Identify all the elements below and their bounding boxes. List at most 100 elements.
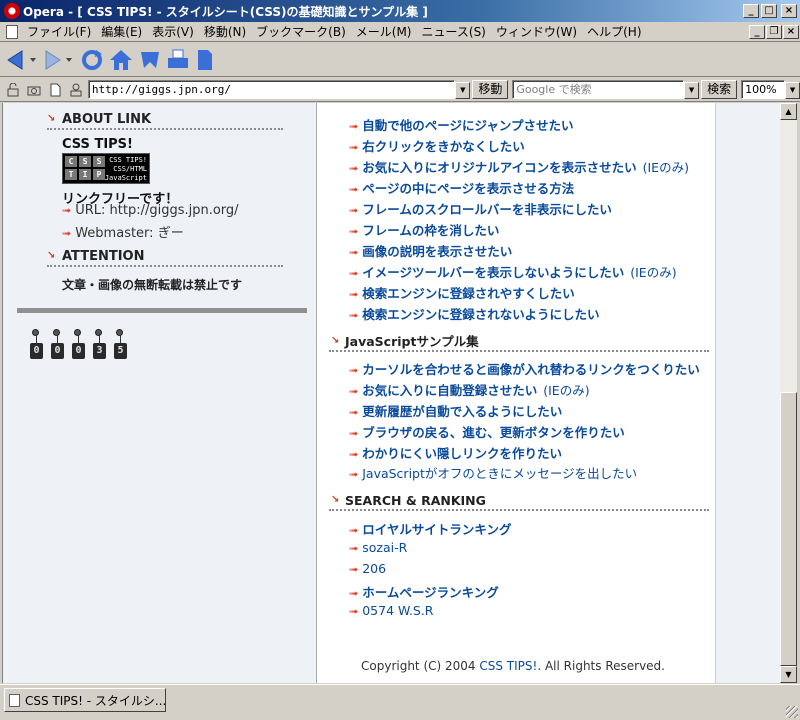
tip-link[interactable]: ➟ ページの中にページを表示させる方法 <box>349 180 574 198</box>
js-link[interactable]: ➟ ブラウザの戻る、進む、更新ボタンを作りたい <box>349 424 625 442</box>
tip-link-text: 検索エンジンに登録されやすくしたい <box>362 286 575 301</box>
scroll-up-button[interactable]: ▲ <box>780 103 797 120</box>
ranking-link-text: 0574 W.S.R <box>362 603 434 618</box>
page-tab[interactable]: CSS TIPS! - スタイルシ... <box>4 688 166 712</box>
js-link-text: 更新履歴が自動で入るようにしたい <box>362 404 563 419</box>
search-button[interactable]: 検索 <box>701 80 738 99</box>
doc-close-button[interactable]: × <box>783 24 799 39</box>
link-banner[interactable]: C S S T I P CSS TIPS! CSS/HTML JavaScrip… <box>62 153 150 184</box>
counter-stem <box>120 335 121 343</box>
go-button[interactable]: 移動 <box>472 80 509 99</box>
new-page-icon[interactable] <box>46 81 64 99</box>
ranking-link[interactable]: ➟ sozai-R <box>349 539 407 557</box>
menu-edit[interactable]: 編集(E) <box>96 23 147 40</box>
lock-icon[interactable] <box>4 81 22 99</box>
link-arrow-icon: ➟ <box>349 204 359 217</box>
ranking-link[interactable]: ➟ 0574 W.S.R <box>349 602 434 620</box>
counter-stem <box>78 335 79 343</box>
ranking-link[interactable]: ➟ ロイヤルサイトランキング <box>349 521 511 539</box>
address-input[interactable]: http://giggs.jpn.org/ <box>87 80 456 99</box>
counter-stem <box>99 335 100 343</box>
tip-link[interactable]: ➟ 右クリックをきかなくしたい <box>349 138 525 156</box>
counter-digit: 0 <box>51 343 64 359</box>
tip-link-text: お気に入りにオリジナルアイコンを表示させたい <box>362 160 637 175</box>
js-link[interactable]: ➟ JavaScriptがオフのときにメッセージを出したい <box>349 465 637 483</box>
scroll-down-button[interactable]: ▼ <box>780 666 797 683</box>
menu-help[interactable]: ヘルプ(H) <box>582 23 646 40</box>
home-button[interactable] <box>108 47 134 73</box>
link-arrow-icon: ➟ <box>349 364 359 377</box>
menu-bookmarks[interactable]: ブックマーク(B) <box>251 23 351 40</box>
javascript-heading-text: JavaScriptサンプル集 <box>345 334 479 349</box>
print-button[interactable] <box>166 47 190 73</box>
menu-news[interactable]: ニュース(S) <box>416 23 490 40</box>
tip-link[interactable]: ➟ フレームの枠を消したい <box>349 222 499 240</box>
menu-mail[interactable]: メール(M) <box>351 23 417 40</box>
back-arrow-icon <box>7 49 36 70</box>
reload-button[interactable] <box>80 47 104 73</box>
tip-link-text: 自動で他のページにジャンプさせたい <box>362 118 574 133</box>
scroll-thumb[interactable] <box>780 392 797 666</box>
tip-link[interactable]: ➟ イメージツールバーを表示しないようにしたい (IEのみ) <box>349 264 677 282</box>
doc-restore-button[interactable]: ❐ <box>766 24 782 39</box>
tip-link-text: フレームのスクロールバーを非表示にしたい <box>362 202 612 217</box>
tip-link-text: 検索エンジンに登録されないようにしたい <box>362 307 600 322</box>
zoom-input[interactable]: 100% <box>741 80 786 99</box>
resize-grip[interactable] <box>786 706 798 718</box>
banner-letter: P <box>93 169 105 180</box>
reload-icon <box>82 49 102 70</box>
js-link[interactable]: ➟ 更新履歴が自動で入るようにしたい <box>349 403 562 421</box>
opera-logo-icon <box>4 3 20 19</box>
doc-minimize-button[interactable]: _ <box>749 24 765 39</box>
link-arrow-icon: ➟ <box>349 141 359 154</box>
ranking-link[interactable]: ➟ 206 <box>349 560 386 578</box>
close-button[interactable]: × <box>781 4 797 18</box>
search-input[interactable]: Google で検索 <box>512 80 685 99</box>
search-dropdown-button[interactable]: ▼ <box>684 81 700 99</box>
tip-link[interactable]: ➟ 検索エンジンに登録されやすくしたい <box>349 285 575 303</box>
js-link[interactable]: ➟ わかりにくい隠しリンクを作りたい <box>349 445 562 463</box>
menu-window[interactable]: ウィンドウ(W) <box>491 23 582 40</box>
navigation-toolbar <box>0 43 800 77</box>
ranking-link[interactable]: ➟ ホームページランキング <box>349 584 499 602</box>
tip-link[interactable]: ➟ 画像の説明を表示させたい <box>349 243 512 261</box>
minimize-button[interactable]: _ <box>743 4 759 18</box>
page-icon <box>198 49 212 70</box>
tip-link[interactable]: ➟ 自動で他のページにジャンプさせたい <box>349 117 573 135</box>
user-icon[interactable] <box>67 81 85 99</box>
ranking-link-text: ロイヤルサイトランキング <box>362 522 512 537</box>
ranking-link-text: ホームページランキング <box>362 585 499 600</box>
webmaster-line[interactable]: ➟ Webmaster: ぎー <box>62 222 184 241</box>
forward-button[interactable] <box>42 47 76 73</box>
counter-digit: 0 <box>30 343 43 359</box>
divider-bar <box>17 308 307 313</box>
js-link[interactable]: ➟ お気に入りに自動登録させたい (IEのみ) <box>349 382 590 400</box>
back-button[interactable] <box>4 47 38 73</box>
url-line[interactable]: ➟ URL: http://giggs.jpn.org/ <box>62 203 239 218</box>
tip-link[interactable]: ➟ フレームのスクロールバーを非表示にしたい <box>349 201 612 219</box>
banner-letters: C S S T I P <box>65 156 109 182</box>
menu-navigation[interactable]: 移動(N) <box>199 23 251 40</box>
maximize-button[interactable]: □ <box>761 4 777 18</box>
link-arrow-icon: ➟ <box>62 204 72 217</box>
link-arrow-icon: ➟ <box>349 524 359 537</box>
banner-line: JavaScript <box>104 174 147 182</box>
address-dropdown-button[interactable]: ▼ <box>455 81 471 99</box>
js-link[interactable]: ➟ カーソルを合わせると画像が入れ替わるリンクをつくりたい <box>349 361 700 379</box>
tip-link[interactable]: ➟ お気に入りにオリジナルアイコンを表示させたい (IEのみ) <box>349 159 689 177</box>
bookmarks-button[interactable] <box>138 47 162 73</box>
vertical-scrollbar[interactable]: ▲ ▼ <box>780 103 797 683</box>
copyright-text: Copyright (C) 2004 CSS TIPS!. All Rights… <box>361 659 665 673</box>
tip-link-note: (IEのみ) <box>642 160 689 175</box>
about-link-heading-text: ABOUT LINK <box>62 112 152 127</box>
zoom-dropdown-button[interactable]: ▼ <box>785 81 800 99</box>
banner-letter: T <box>65 169 77 180</box>
camera-icon[interactable] <box>25 81 43 99</box>
page-button[interactable] <box>194 47 216 73</box>
menu-view[interactable]: 表示(V) <box>147 23 199 40</box>
copyright-site-link[interactable]: CSS TIPS! <box>479 659 537 673</box>
page-tab-icon <box>9 693 20 707</box>
tip-link[interactable]: ➟ 検索エンジンに登録されないようにしたい <box>349 306 599 324</box>
attention-heading: ↘ ATTENTION <box>47 249 283 267</box>
menu-file[interactable]: ファイル(F) <box>22 23 96 40</box>
